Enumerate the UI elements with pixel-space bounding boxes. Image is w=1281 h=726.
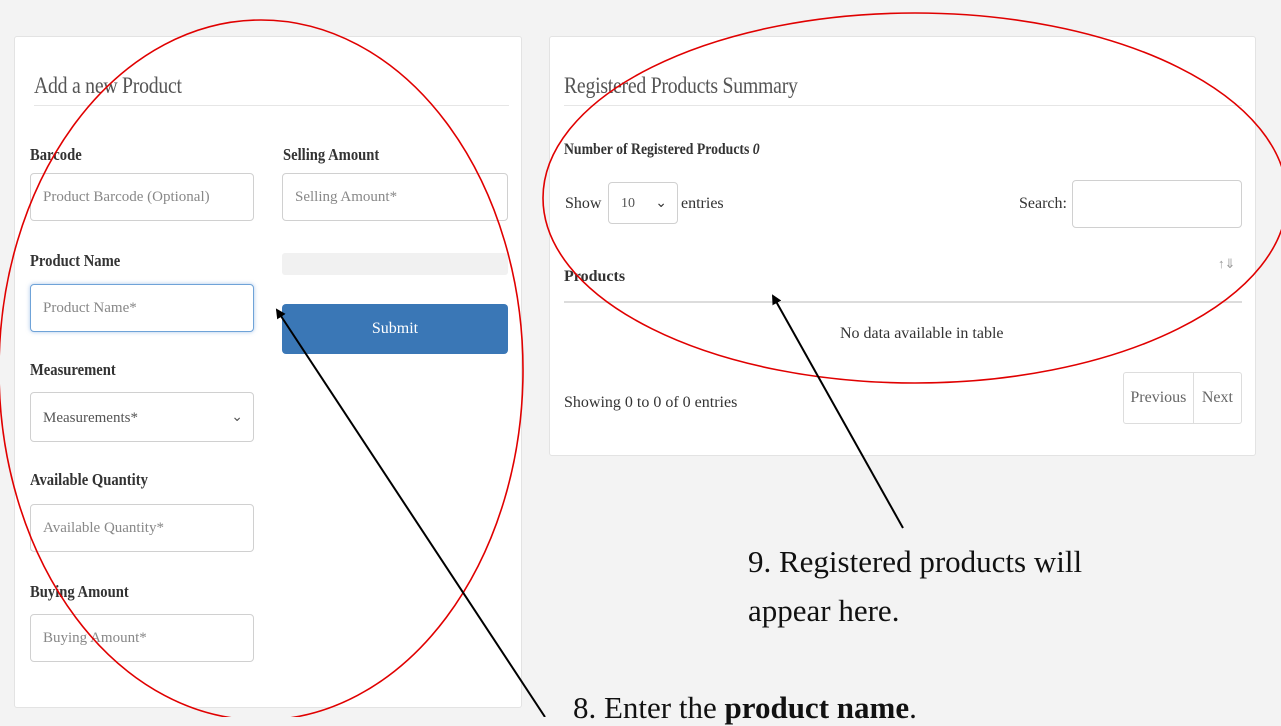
registered-count: Number of Registered Products 0: [564, 141, 760, 159]
product-name-label: Product Name: [30, 251, 121, 270]
selling-amount-label: Selling Amount: [283, 145, 380, 164]
registered-count-value: 0: [752, 141, 760, 158]
annotation-9-line2: appear here.: [748, 593, 900, 628]
barcode-label: Barcode: [30, 145, 82, 164]
previous-button[interactable]: Previous: [1124, 373, 1193, 423]
annotation-9-line1: 9. Registered products will: [748, 544, 1083, 579]
annotation-8-bold: product name: [724, 690, 910, 725]
barcode-input[interactable]: [30, 173, 254, 221]
search-label: Search:: [1019, 195, 1067, 212]
measurement-label: Measurement: [30, 360, 116, 379]
pagination: Previous Next: [1123, 372, 1242, 424]
registered-products-panel: Registered Products Summary Number of Re…: [549, 36, 1256, 456]
empty-table-message: No data available in table: [840, 325, 1004, 342]
search-input[interactable]: [1072, 180, 1242, 228]
entries-selected: 10: [621, 196, 635, 211]
chevron-down-icon: ⌄: [231, 410, 243, 425]
table-info: Showing 0 to 0 of 0 entries: [564, 394, 738, 411]
show-label: Show: [565, 195, 602, 212]
products-column-header[interactable]: Products: [564, 268, 625, 286]
add-product-title: Add a new Product: [34, 73, 182, 98]
annotation-8-suffix: .: [909, 690, 917, 725]
buying-amount-label: Buying Amount: [30, 582, 129, 601]
annotation-8: 8. Enter the product name.: [573, 690, 917, 726]
chevron-down-icon: ⌄: [655, 196, 667, 211]
add-product-panel: Add a new Product Barcode Selling Amount…: [14, 36, 522, 708]
registered-count-label: Number of Registered Products: [564, 141, 750, 158]
available-quantity-input[interactable]: [30, 504, 254, 552]
sort-icon[interactable]: ↑⇓: [1218, 256, 1235, 272]
registered-products-title: Registered Products Summary: [564, 73, 798, 98]
table-header-rule: [564, 301, 1242, 303]
product-name-input[interactable]: [30, 284, 254, 332]
entries-label: entries: [681, 195, 724, 212]
buying-amount-input[interactable]: [30, 614, 254, 662]
next-button[interactable]: Next: [1194, 373, 1241, 423]
available-quantity-label: Available Quantity: [30, 470, 148, 489]
annotation-8-prefix: 8. Enter the: [573, 690, 725, 725]
title-divider: [34, 105, 509, 106]
entries-select[interactable]: 10 ⌄: [608, 182, 678, 224]
measurement-select[interactable]: Measurements* ⌄: [30, 392, 254, 442]
selling-amount-input[interactable]: [282, 173, 508, 221]
progress-bar: [282, 253, 508, 275]
title-divider: [564, 105, 1242, 106]
submit-button[interactable]: Submit: [282, 304, 508, 354]
measurement-selected: Measurements*: [43, 410, 138, 426]
